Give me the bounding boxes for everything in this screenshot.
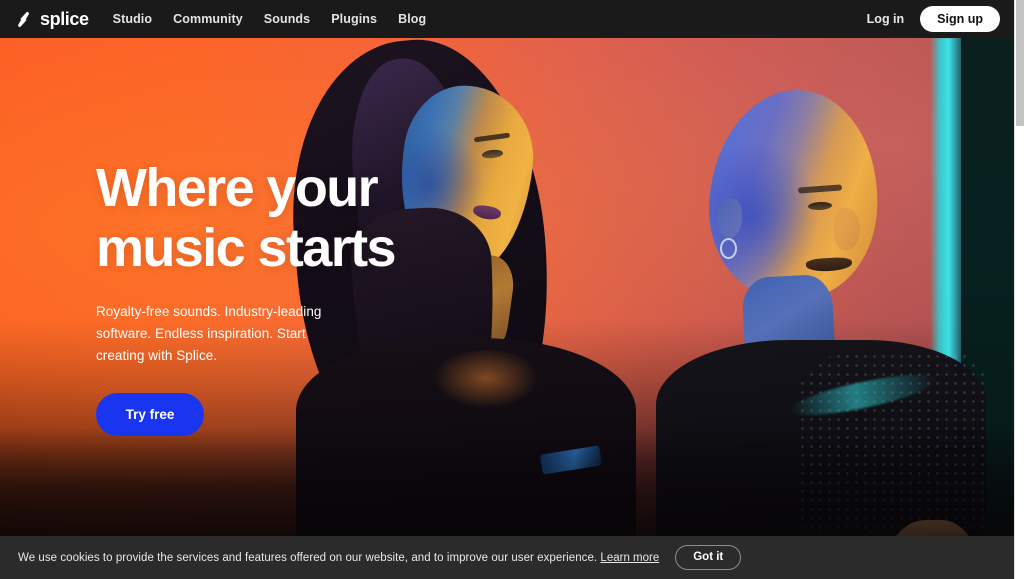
nav-link-plugins[interactable]: Plugins <box>331 12 377 26</box>
splice-brand-logo[interactable]: splice <box>14 10 89 29</box>
right-person-head-shadow <box>702 84 886 304</box>
sign-up-button[interactable]: Sign up <box>920 5 1000 33</box>
hero-copy-block: Where your music starts Royalty-free sou… <box>96 158 426 436</box>
brand-name-text: splice <box>40 9 89 29</box>
left-person-shoulder-highlight <box>426 350 546 420</box>
try-free-button[interactable]: Try free <box>96 392 204 436</box>
splice-logo-icon <box>18 11 29 27</box>
scrollbar-thumb[interactable] <box>1016 0 1024 126</box>
hero-subheading: Royalty-free sounds. Industry-leading so… <box>96 303 322 363</box>
primary-nav-links: Studio Community Sounds Plugins Blog <box>113 12 427 26</box>
right-person-hoop-earring <box>720 238 737 259</box>
nav-link-blog[interactable]: Blog <box>398 12 426 26</box>
cookie-consent-banner: We use cookies to provide the services a… <box>0 536 1014 579</box>
hero-section: Where your music starts Royalty-free sou… <box>0 38 1014 579</box>
right-person-ear <box>716 198 742 238</box>
nav-link-studio[interactable]: Studio <box>113 12 152 26</box>
right-person-nose <box>834 208 860 250</box>
cookie-message: We use cookies to provide the services a… <box>18 551 598 564</box>
hero-headline-line-1: Where your <box>96 158 379 218</box>
hero-headline: Where your music starts <box>96 158 426 279</box>
cookie-accept-button[interactable]: Got it <box>675 544 742 571</box>
splice-homepage: splice Studio Community Sounds Plugins B… <box>0 0 1024 579</box>
nav-account-actions: Log in Sign up <box>867 5 1000 33</box>
log-in-link[interactable]: Log in <box>867 12 905 26</box>
page-scrollbar[interactable] <box>1014 0 1024 579</box>
nav-link-community[interactable]: Community <box>173 12 243 26</box>
hero-headline-line-2: music starts <box>96 218 397 279</box>
nav-link-sounds[interactable]: Sounds <box>264 12 310 26</box>
cookie-learn-more-link[interactable]: Learn more <box>600 552 659 564</box>
top-navigation-bar: splice Studio Community Sounds Plugins B… <box>0 0 1014 38</box>
